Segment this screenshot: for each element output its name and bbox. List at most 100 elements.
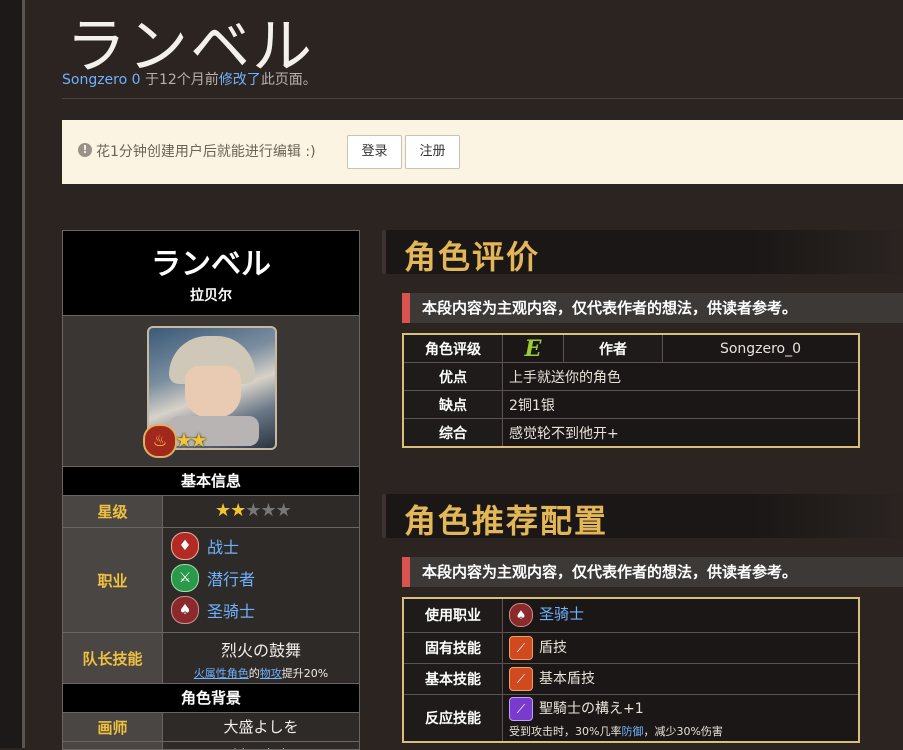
job-item: ♦ 战士 xyxy=(163,530,359,562)
lead-skill-desc: 火属性角色的物攻提升20% xyxy=(163,665,359,681)
fire-attr-link[interactable]: 火属性角色 xyxy=(194,667,249,680)
basic-label: 基本技能 xyxy=(402,662,503,695)
table-row: 缺点 2铜1银 xyxy=(402,390,860,419)
row-rarity: 星级 ★★★★★ xyxy=(63,496,359,528)
portrait-area: ♨ ★★ xyxy=(63,316,359,467)
innate-text: 盾技 xyxy=(539,639,567,656)
lead-skill-name: 烈火の鼓舞 xyxy=(220,641,301,660)
reaction-value: ⟋ 聖騎士の構え+1 受到攻击时，30%几率防御，减少30%伤害 xyxy=(502,693,860,743)
job-link-rogue[interactable]: 潜行者 xyxy=(207,566,255,590)
rarity-value: ★★★★★ xyxy=(163,496,359,527)
summary-label: 综合 xyxy=(402,418,503,448)
author-value: Songzero_0 xyxy=(662,333,860,363)
portrait-stars-icon: ★★ xyxy=(175,428,208,452)
rarity-label: 星级 xyxy=(63,496,163,527)
reaction-label: 反应技能 xyxy=(402,693,503,743)
fire-element-icon: ♨ xyxy=(143,424,177,458)
review-table: 角色评级 E 作者 Songzero_0 优点 上手就送你的角色 缺点 2铜1银… xyxy=(402,333,860,448)
reaction-text: 聖騎士の構え+1 xyxy=(539,700,644,717)
byline-time: 于12个月前 xyxy=(140,72,219,88)
byline-end: 此页面。 xyxy=(260,72,317,88)
basic-value: ⟋ 基本盾技 xyxy=(502,662,860,695)
edit-notice: ! 花1分钟创建用户后就能进行编辑 :) 登录 注册 xyxy=(62,120,903,184)
reaction-desc: 受到攻击时，30%几率防御，减少30%伤害 xyxy=(509,723,852,739)
jobs-label: 职业 xyxy=(63,528,163,632)
paladin-icon: ♠ xyxy=(171,596,199,624)
cons-label: 缺点 xyxy=(402,390,503,419)
character-infobox: ランベル 拉贝尔 ♨ ★★ 基本信息 星级 ★★★★★ 职业 ♦ 战士 ⚔ 潜行… xyxy=(62,230,360,750)
lead-skill-label: 队长技能 xyxy=(63,633,163,683)
job-item: ♠ 圣骑士 xyxy=(163,594,359,626)
byline-diff-link[interactable]: 修改了 xyxy=(219,72,261,88)
row-artist: 画师 大盛よしを xyxy=(63,713,359,742)
row-jobs: 职业 ♦ 战士 ⚔ 潜行者 ♠ 圣骑士 xyxy=(63,528,359,633)
rarity-stars: ★★★★★ xyxy=(163,496,359,526)
rogue-icon: ⚔ xyxy=(171,564,199,592)
author-label: 作者 xyxy=(563,333,663,363)
use-job-link[interactable]: 圣骑士 xyxy=(539,605,584,623)
star-empty-icon: ★ xyxy=(245,500,261,521)
config-heading: 角色推荐配置 xyxy=(404,502,609,540)
paladin-icon: ♠ xyxy=(509,603,533,628)
left-rail xyxy=(0,0,25,748)
reaction-skill-icon: ⟋ xyxy=(509,696,533,721)
infobox-name-cn: 拉贝尔 xyxy=(190,288,232,304)
innate-label: 固有技能 xyxy=(402,631,503,664)
jobs-list: ♦ 战士 ⚔ 潜行者 ♠ 圣骑士 xyxy=(163,528,359,632)
review-heading-bar: 角色评价 xyxy=(382,230,903,276)
warrior-icon: ♦ xyxy=(171,532,199,560)
register-button[interactable]: 注册 xyxy=(405,135,460,169)
character-portrait: ♨ ★★ xyxy=(143,326,277,458)
star-empty-icon: ★ xyxy=(260,500,276,521)
grade-label: 角色评级 xyxy=(402,333,503,363)
grade-value: E xyxy=(502,333,564,363)
row-lead-skill: 队长技能 烈火の鼓舞 火属性角色的物攻提升20% xyxy=(63,633,359,684)
table-row: 固有技能 ⟋ 盾技 xyxy=(402,631,860,664)
table-row: 使用职业 ♠ 圣骑士 xyxy=(402,597,860,633)
reaction-desc-1: 受到攻击时，30%几率 xyxy=(509,724,622,738)
phys-atk-link[interactable]: 物攻 xyxy=(260,667,282,680)
lead-desc-text: 的 xyxy=(248,667,260,680)
section-background: 角色背景 xyxy=(63,684,359,713)
use-job-label: 使用职业 xyxy=(402,597,503,633)
use-job-value: ♠ 圣骑士 xyxy=(502,597,860,633)
section-basic-info: 基本信息 xyxy=(63,467,359,496)
config-disclaimer: 本段内容为主观内容，仅代表作者的想法，供读者参考。 xyxy=(402,557,903,587)
lead-desc-text-2: 提升20% xyxy=(281,667,329,680)
title-divider xyxy=(62,98,903,99)
pros-label: 优点 xyxy=(402,362,503,391)
byline-user-link[interactable]: Songzero 0 xyxy=(62,72,141,88)
innate-value: ⟋ 盾技 xyxy=(502,631,860,664)
cv-value: 村田太志 xyxy=(163,742,359,749)
job-link-warrior[interactable]: 战士 xyxy=(207,534,239,558)
portrait-face xyxy=(185,366,241,418)
review-disclaimer: 本段内容为主观内容，仅代表作者的想法，供读者参考。 xyxy=(402,293,903,323)
reaction-desc-3: ，减少30%伤害 xyxy=(643,724,723,738)
login-button[interactable]: 登录 xyxy=(347,135,402,169)
row-cv: 声优 村田太志 xyxy=(63,742,359,749)
pros-value: 上手就送你的角色 xyxy=(502,362,860,391)
review-heading: 角色评价 xyxy=(404,238,541,276)
table-row: 综合 感觉轮不到他开+ xyxy=(402,418,860,448)
star-filled-icon: ★ xyxy=(230,500,246,521)
artist-label: 画师 xyxy=(63,713,163,741)
artist-value: 大盛よしを xyxy=(163,713,359,741)
summary-value: 感觉轮不到他开+ xyxy=(502,418,860,448)
basic-shield-icon: ⟋ xyxy=(509,666,533,691)
table-row: 反应技能 ⟋ 聖騎士の構え+1 受到攻击时，30%几率防御，减少30%伤害 xyxy=(402,693,860,743)
page-byline: Songzero 0 于12个月前修改了此页面。 xyxy=(62,69,317,89)
shield-skill-icon: ⟋ xyxy=(509,635,533,660)
basic-text: 基本盾技 xyxy=(539,670,595,687)
cv-label: 声优 xyxy=(63,742,163,749)
table-row: 优点 上手就送你的角色 xyxy=(402,362,860,391)
config-table: 使用职业 ♠ 圣骑士 固有技能 ⟋ 盾技 基本技能 ⟋ 基本盾技 反应技能 ⟋ 聖騎士の… xyxy=(402,597,860,743)
infobox-header: ランベル 拉贝尔 xyxy=(63,231,359,316)
star-empty-icon: ★ xyxy=(275,500,292,521)
defense-link[interactable]: 防御 xyxy=(621,725,643,738)
config-heading-bar: 角色推荐配置 xyxy=(382,494,903,540)
cons-value: 2铜1银 xyxy=(502,390,860,419)
star-filled-icon: ★ xyxy=(215,500,231,521)
infobox-name: ランベル xyxy=(151,247,271,282)
table-row: 角色评级 E 作者 Songzero_0 xyxy=(402,333,860,363)
job-link-paladin[interactable]: 圣骑士 xyxy=(207,598,255,622)
